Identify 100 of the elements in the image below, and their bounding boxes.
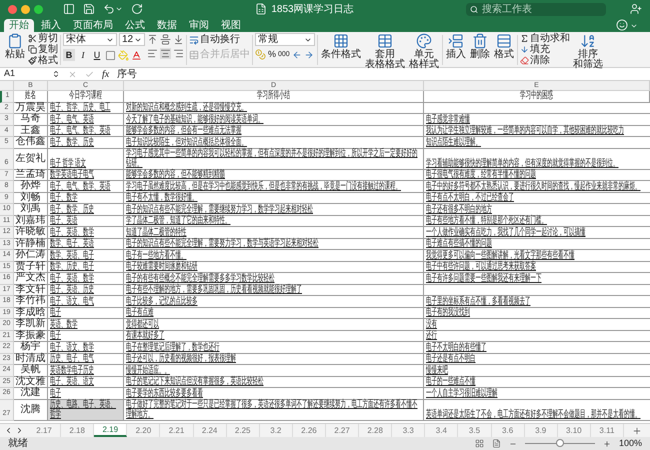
cut-button[interactable]: 剪切 — [28, 33, 58, 44]
name-cell: 李成晗 — [16, 308, 46, 318]
borders-icon[interactable] — [105, 50, 116, 60]
underline-button[interactable]: U — [91, 49, 103, 61]
styles-button[interactable]: 条件格式 — [320, 33, 362, 60]
increase-decimal-icon[interactable] — [292, 50, 302, 60]
caret-icon[interactable] — [115, 5, 123, 13]
ribbon-tab[interactable]: 插入 — [36, 19, 66, 32]
table-cell-text: 电子 — [50, 331, 62, 341]
bold-button[interactable]: B — [63, 49, 75, 61]
share-icon[interactable] — [630, 3, 642, 15]
table-cell-text: 电子还有很多不明白的地方 — [426, 204, 493, 214]
paintbrush-icon — [28, 56, 37, 65]
font-name-dropdown[interactable]: 宋体 — [63, 33, 117, 46]
function-button[interactable]: fx — [102, 66, 110, 82]
font-color-icon[interactable] — [131, 50, 142, 60]
wrap-text-button[interactable]: 自动换行 — [189, 34, 250, 45]
name-box[interactable]: A1 — [4, 67, 60, 81]
zoom-in-icon[interactable] — [602, 440, 611, 448]
align-center-icon[interactable] — [160, 48, 171, 59]
ribbon-tab[interactable]: 开始 — [4, 19, 34, 32]
table-cell-text: 英语、数学 — [50, 320, 78, 330]
next-sheet-icon[interactable] — [15, 426, 24, 435]
table-cell-text: 电子感觉非常难懂 — [426, 114, 471, 124]
scissors-icon — [28, 34, 37, 43]
table-cell-text: 电子有许多问题需要一些图解我还有来理解一下 — [426, 274, 542, 284]
table-cell-text: 电子、语文、数学 — [50, 342, 95, 352]
align-bottom-icon[interactable] — [173, 34, 184, 45]
redo-icon[interactable] — [131, 3, 143, 15]
name-cell: 孙仁涛 — [16, 250, 46, 260]
font-size-dropdown[interactable]: 12 — [119, 33, 145, 46]
decrease-decimal-icon[interactable] — [304, 50, 314, 60]
clear-button[interactable]: 清除 — [520, 55, 570, 66]
name-cell: 李文轩 — [16, 284, 46, 295]
align-right-icon[interactable] — [173, 48, 184, 59]
search-icon — [470, 4, 478, 14]
table-cell-text: 一个人自主学习很旧难以理解 — [426, 388, 498, 398]
table-cell-text: 电子有些不理解的地方，需要多巩固巩固，历史看看视频就能很好理解了 — [126, 285, 303, 295]
table-cell-text: 电子较难需要时间琢磨和钻研 — [126, 262, 198, 272]
name-cell: 李振豪 — [16, 330, 46, 341]
copy-button[interactable]: 复制 — [28, 44, 58, 55]
align-top-icon[interactable] — [147, 34, 158, 45]
merge-cells-icon — [189, 50, 199, 60]
sort-icon — [580, 33, 596, 49]
search-input[interactable]: 搜索工作表 — [482, 2, 602, 16]
cells-button[interactable]: 删除 — [469, 33, 491, 60]
ribbon-tab[interactable]: 审阅 — [184, 19, 214, 32]
table-cell-text: 电子 — [50, 388, 62, 398]
ribbon-tab[interactable]: 公式 — [120, 19, 150, 32]
table-cell-text: 学了晶体二极管，知道了它的由来和特性。 — [126, 216, 232, 226]
cells-button[interactable]: 插入 — [445, 33, 467, 60]
styles-button[interactable]: 单元 格样式 — [408, 33, 440, 70]
name-cell: 万震昊 — [16, 102, 46, 113]
column-heading: 姓名 — [24, 91, 37, 102]
minimize-button[interactable] — [21, 4, 30, 14]
sort-filter-button[interactable]: 排序 和筛选 — [572, 33, 604, 70]
align-left-icon[interactable] — [147, 48, 158, 59]
table-cell-text: 电子、哲学、历史、电工 — [50, 103, 112, 113]
name-cell: 李竹祎 — [16, 296, 46, 306]
conditional-format-icon — [333, 33, 349, 49]
ribbon-tab[interactable]: 页面布局 — [68, 19, 118, 32]
formula-field[interactable]: 序号 — [117, 68, 138, 80]
table-cell-text: 电子、数学、历史 — [50, 138, 95, 148]
fill-color-icon[interactable] — [118, 50, 129, 60]
zoom-button[interactable] — [34, 4, 43, 14]
paste-button[interactable]: 粘贴 — [4, 33, 26, 60]
table-icon — [377, 33, 393, 49]
table-cell-text: 学习电子感觉其中一些简单的内容我可以轻松的掌握，但有点深度的并不是很好的理解到位，所以开学之后一定要好好的钻研。 — [126, 148, 418, 168]
sheet-tab[interactable]: 2.19 — [94, 424, 128, 437]
page-layout-icon[interactable] — [492, 439, 501, 448]
autosum-button[interactable]: 自动求和 — [520, 33, 570, 44]
ribbon-tab[interactable]: 数据 — [152, 19, 182, 32]
table-cell-text: 电子的笔记记下来知识点但没有掌握很多，英语比较轻松 — [126, 377, 264, 387]
table-cell-text: 电子、英语、语文 — [50, 377, 95, 387]
cells-button[interactable]: 格式 — [493, 33, 515, 60]
italic-button[interactable]: I — [77, 49, 89, 61]
add-sheet-icon[interactable] — [632, 426, 642, 436]
previous-sheet-icon[interactable] — [4, 426, 13, 435]
styles-button[interactable]: 套用 表格格式 — [364, 33, 406, 70]
table-cell-text: 电子里的坐标系有点不懂，多看看视频去了 — [426, 296, 532, 306]
smiley-icon[interactable] — [616, 19, 628, 31]
window-title: 1853网课学习日志 — [271, 2, 354, 16]
format-painter-button[interactable]: 格式 — [28, 55, 58, 66]
ribbon-tab[interactable]: 视图 — [216, 19, 246, 32]
align-middle-icon[interactable] — [160, 34, 171, 45]
undo-icon[interactable] — [103, 3, 115, 15]
table-cell-text: 电子、数学、历史 — [50, 204, 95, 214]
sidebar-icon[interactable] — [63, 3, 75, 15]
percent-button[interactable]: % — [268, 49, 276, 60]
zoom-slider-thumb[interactable] — [556, 439, 564, 447]
name-cell: 沈建 — [20, 388, 40, 398]
save-icon[interactable] — [83, 3, 95, 15]
fill-button[interactable]: 填充 — [520, 44, 570, 55]
number-format-dropdown[interactable]: 常规 — [255, 33, 315, 46]
search-field[interactable]: 搜索工作表 — [466, 2, 606, 16]
caret-icon[interactable] — [630, 22, 638, 30]
normal-view-icon[interactable] — [474, 439, 484, 448]
name-cell: 兰孟琦 — [16, 170, 46, 180]
table-cell-text: 电子还可以，历史看的视频很好，报表很理解 — [126, 354, 237, 364]
table-cell-text: 电子、英语 — [50, 216, 78, 226]
